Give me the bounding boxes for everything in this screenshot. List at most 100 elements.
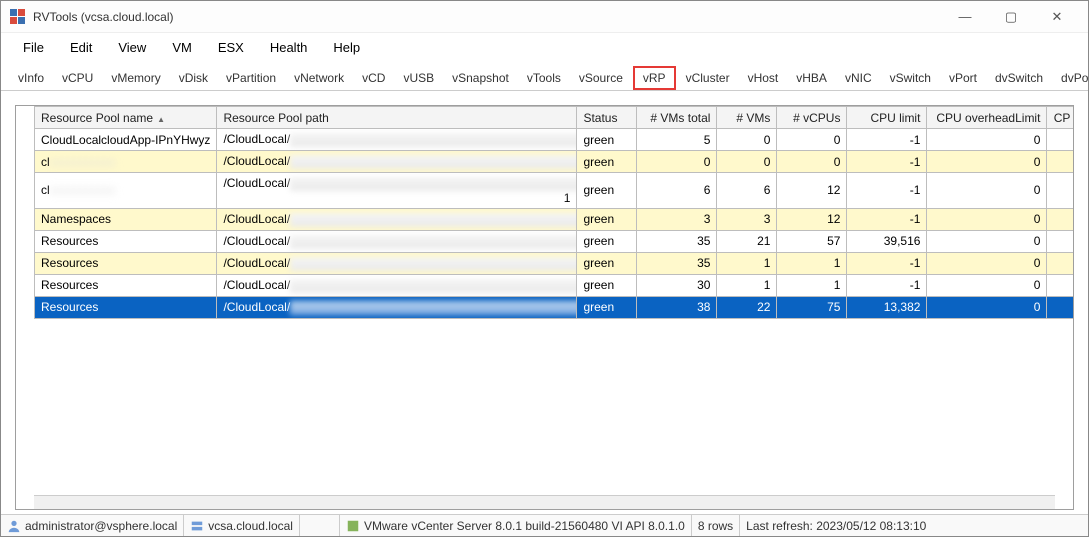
- icon-sq-br: [18, 17, 25, 24]
- col-vms[interactable]: # VMs: [717, 107, 777, 129]
- menu-edit[interactable]: Edit: [58, 37, 104, 58]
- tab-vcd[interactable]: vCD: [353, 66, 394, 90]
- tab-vnic[interactable]: vNIC: [836, 66, 881, 90]
- horizontal-scrollbar[interactable]: [34, 495, 1055, 509]
- cell-vcpus: 12: [777, 173, 847, 209]
- cell-cpu_overhead: 0: [927, 274, 1047, 296]
- icon-sq-tr: [18, 9, 25, 16]
- grid-container: Resource Pool nameResource Pool pathStat…: [15, 105, 1074, 510]
- cell-cpu_limit: -1: [847, 208, 927, 230]
- cell-cpu_limit: 39,516: [847, 230, 927, 252]
- col-path[interactable]: Resource Pool path: [217, 107, 577, 129]
- menu-file[interactable]: File: [11, 37, 56, 58]
- tab-vcpu[interactable]: vCPU: [53, 66, 102, 90]
- col-vcpus[interactable]: # vCPUs: [777, 107, 847, 129]
- tab-dvport[interactable]: dvPort: [1052, 66, 1089, 90]
- table-header-row: Resource Pool nameResource Pool pathStat…: [35, 107, 1074, 129]
- cell-cpu_overhead: 0: [927, 151, 1047, 173]
- menubar: FileEditViewVMESXHealthHelp: [1, 33, 1088, 66]
- tab-vsource[interactable]: vSource: [570, 66, 632, 90]
- cell-cpu_overhead: 0: [927, 208, 1047, 230]
- table-row[interactable]: CloudLocalcloudApp-IPnYHwyz/CloudLocal/g…: [35, 129, 1074, 151]
- cell-vms: 6: [717, 173, 777, 209]
- tabbar: vInfovCPUvMemoryvDiskvPartitionvNetworkv…: [1, 66, 1088, 91]
- maximize-button[interactable]: ▢: [988, 1, 1034, 33]
- status-server-text: vcsa.cloud.local: [208, 519, 293, 533]
- tab-dvswitch[interactable]: dvSwitch: [986, 66, 1052, 90]
- table-row[interactable]: Namespaces/CloudLocal/green3312-10: [35, 208, 1074, 230]
- col-cpu_overhead[interactable]: CPU overheadLimit: [927, 107, 1047, 129]
- cell-status: green: [577, 208, 637, 230]
- cell-cp: [1047, 151, 1073, 173]
- cell-vms_total: 5: [637, 129, 717, 151]
- cell-cpu_limit: -1: [847, 129, 927, 151]
- status-gap: [300, 515, 340, 536]
- icon-sq-tl: [10, 9, 17, 16]
- tab-vhba[interactable]: vHBA: [787, 66, 836, 90]
- tab-vcluster[interactable]: vCluster: [677, 66, 739, 90]
- cell-vms_total: 35: [637, 252, 717, 274]
- resource-pool-table: Resource Pool nameResource Pool pathStat…: [34, 106, 1073, 319]
- cell-cp: [1047, 230, 1073, 252]
- cell-cp: [1047, 296, 1073, 318]
- menu-help[interactable]: Help: [321, 37, 372, 58]
- tab-vnetwork[interactable]: vNetwork: [285, 66, 353, 90]
- cell-status: green: [577, 252, 637, 274]
- tab-vmemory[interactable]: vMemory: [102, 66, 169, 90]
- cell-path: /CloudLocal/: [217, 274, 577, 296]
- table-row[interactable]: Resources/CloudLocal/green3011-10: [35, 274, 1074, 296]
- cell-vms_total: 6: [637, 173, 717, 209]
- tab-vport[interactable]: vPort: [940, 66, 986, 90]
- cell-vms: 0: [717, 129, 777, 151]
- col-cp[interactable]: CP: [1047, 107, 1073, 129]
- cell-cpu_limit: -1: [847, 151, 927, 173]
- cell-cp: [1047, 274, 1073, 296]
- table-row[interactable]: Resources/CloudLocal/green35215739,5160: [35, 230, 1074, 252]
- table-row[interactable]: clxxxxxxxxxxx/CloudLocal/1green6612-10: [35, 173, 1074, 209]
- tab-vhost[interactable]: vHost: [739, 66, 788, 90]
- cell-cpu_overhead: 0: [927, 129, 1047, 151]
- tab-vrp[interactable]: vRP: [633, 66, 676, 90]
- cell-vms_total: 35: [637, 230, 717, 252]
- tab-vswitch[interactable]: vSwitch: [881, 66, 940, 90]
- cell-vms: 22: [717, 296, 777, 318]
- menu-vm[interactable]: VM: [160, 37, 204, 58]
- cell-cp: [1047, 129, 1073, 151]
- col-name[interactable]: Resource Pool name: [35, 107, 217, 129]
- vcenter-icon: [346, 519, 360, 533]
- table-row[interactable]: Resources/CloudLocal/green38227513,3820: [35, 296, 1074, 318]
- cell-name: Resources: [35, 296, 217, 318]
- cell-cpu_limit: -1: [847, 274, 927, 296]
- col-cpu_limit[interactable]: CPU limit: [847, 107, 927, 129]
- cell-name: Resources: [35, 252, 217, 274]
- tab-vdisk[interactable]: vDisk: [170, 66, 217, 90]
- tab-vusb[interactable]: vUSB: [394, 66, 443, 90]
- cell-vms_total: 30: [637, 274, 717, 296]
- cell-vms: 1: [717, 274, 777, 296]
- menu-esx[interactable]: ESX: [206, 37, 256, 58]
- tab-vinfo[interactable]: vInfo: [9, 66, 53, 90]
- tab-vsnapshot[interactable]: vSnapshot: [443, 66, 518, 90]
- col-vms_total[interactable]: # VMs total: [637, 107, 717, 129]
- tab-vpartition[interactable]: vPartition: [217, 66, 285, 90]
- cell-vms: 21: [717, 230, 777, 252]
- status-server: vcsa.cloud.local: [184, 515, 300, 536]
- cell-cpu_overhead: 0: [927, 173, 1047, 209]
- cell-status: green: [577, 274, 637, 296]
- cell-vcpus: 75: [777, 296, 847, 318]
- tab-vtools[interactable]: vTools: [518, 66, 570, 90]
- menu-view[interactable]: View: [106, 37, 158, 58]
- cell-status: green: [577, 151, 637, 173]
- table-row[interactable]: clxxxxxxxxxxx/CloudLocal/green000-10: [35, 151, 1074, 173]
- cell-vcpus: 1: [777, 252, 847, 274]
- cell-name: Namespaces: [35, 208, 217, 230]
- cell-path: /CloudLocal/: [217, 208, 577, 230]
- window-title: RVTools (vcsa.cloud.local): [33, 10, 942, 24]
- col-status[interactable]: Status: [577, 107, 637, 129]
- grid-scroll[interactable]: Resource Pool nameResource Pool pathStat…: [16, 106, 1073, 495]
- status-version-text: VMware vCenter Server 8.0.1 build-215604…: [364, 519, 685, 533]
- close-button[interactable]: ✕: [1034, 1, 1080, 33]
- menu-health[interactable]: Health: [258, 37, 320, 58]
- table-row[interactable]: Resources/CloudLocal/green3511-10: [35, 252, 1074, 274]
- minimize-button[interactable]: —: [942, 1, 988, 33]
